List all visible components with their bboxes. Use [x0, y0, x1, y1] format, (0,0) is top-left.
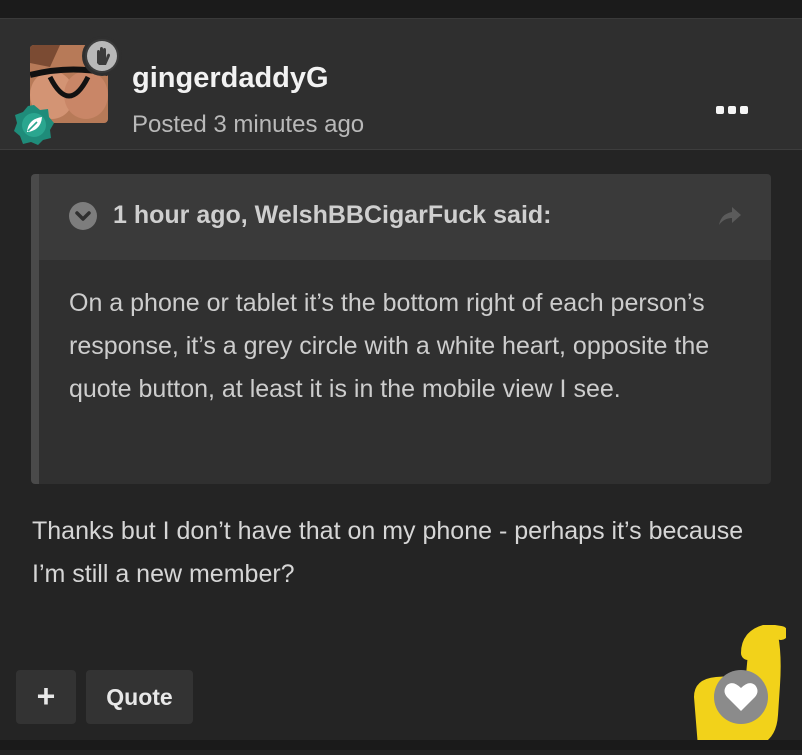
more-options-icon[interactable] [710, 97, 754, 123]
username[interactable]: gingerdaddyG [132, 62, 329, 95]
hand-icon [82, 36, 122, 76]
like-button[interactable] [714, 670, 768, 724]
top-bar [0, 0, 802, 18]
leaf-badge-icon [12, 103, 56, 147]
quote-block: 1 hour ago, WelshBBCigarFuck said: On a … [31, 174, 771, 484]
chevron-down-icon[interactable] [69, 202, 97, 230]
post-header: gingerdaddyG Posted 3 minutes ago [0, 18, 802, 150]
quote-header: 1 hour ago, WelshBBCigarFuck said: [39, 174, 771, 260]
add-button[interactable]: + [16, 670, 76, 724]
quote-text: On a phone or tablet it’s the bottom rig… [69, 289, 710, 403]
heart-icon [724, 683, 758, 711]
post-body: Thanks but I don’t have that on my phone… [32, 517, 744, 588]
bottom-border [0, 740, 802, 750]
post-timestamp: Posted 3 minutes ago [132, 111, 365, 138]
share-icon[interactable] [717, 204, 743, 228]
quote-button[interactable]: Quote [86, 670, 193, 724]
quote-citation: 1 hour ago, WelshBBCigarFuck said: [113, 201, 552, 229]
